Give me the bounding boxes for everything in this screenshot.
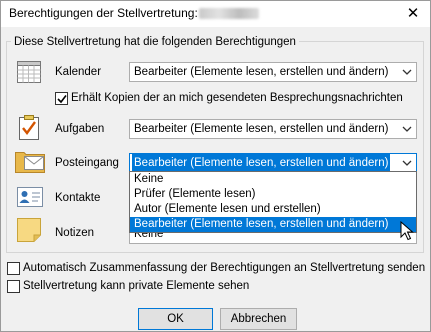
contacts-label: Kontakte [55, 192, 101, 204]
meeting-copies-checkbox[interactable] [55, 92, 68, 105]
delegate-permissions-dialog: Berechtigungen der Stellvertretung: ✕ Di… [0, 0, 431, 332]
tasks-label: Aufgaben [55, 123, 105, 135]
meeting-copies-label: Erhält Kopien der an mich gesendeten Bes… [71, 92, 403, 104]
auto-summary-checkbox[interactable] [7, 262, 20, 275]
inbox-label: Posteingang [55, 157, 119, 169]
blurred-delegate-name [199, 8, 259, 19]
inbox-icon [14, 146, 46, 177]
notes-icon [16, 217, 42, 246]
notes-label: Notizen [55, 227, 94, 239]
chevron-down-icon [401, 63, 413, 81]
title-bar: Berechtigungen der Stellvertretung: ✕ [1, 1, 430, 27]
dropdown-option-selected[interactable]: Bearbeiter (Elemente lesen, erstellen un… [130, 217, 416, 232]
tasks-permission-select[interactable]: Bearbeiter (Elemente lesen, erstellen un… [129, 119, 417, 139]
dropdown-option[interactable]: Autor (Elemente lesen und erstellen) [130, 202, 416, 217]
calendar-permission-select[interactable]: Bearbeiter (Elemente lesen, erstellen un… [129, 62, 417, 82]
ok-button[interactable]: OK [138, 308, 213, 330]
dropdown-option[interactable]: Keine [130, 172, 416, 187]
chevron-down-icon [401, 154, 413, 172]
close-icon[interactable]: ✕ [402, 3, 424, 25]
inbox-permission-select[interactable]: Bearbeiter (Elemente lesen, erstellen un… [129, 153, 417, 173]
contacts-icon [16, 185, 44, 212]
private-items-checkbox[interactable] [7, 280, 20, 293]
chevron-down-icon [401, 120, 413, 138]
group-caption: Diese Stellvertretung hat die folgenden … [11, 36, 299, 48]
calendar-label: Kalender [55, 66, 102, 78]
mouse-cursor-icon [400, 220, 414, 244]
private-items-label: Stellvertretung kann private Elemente se… [23, 280, 250, 292]
tasks-icon [16, 113, 42, 144]
calendar-icon [16, 58, 42, 87]
window-title: Berechtigungen der Stellvertretung: [9, 6, 198, 20]
permission-dropdown-list[interactable]: Keine Prüfer (Elemente lesen) Autor (Ele… [129, 171, 417, 233]
cancel-button[interactable]: Abbrechen [220, 308, 297, 330]
auto-summary-label: Automatisch Zusammenfassung der Berechti… [23, 262, 426, 274]
dropdown-option[interactable]: Prüfer (Elemente lesen) [130, 187, 416, 202]
